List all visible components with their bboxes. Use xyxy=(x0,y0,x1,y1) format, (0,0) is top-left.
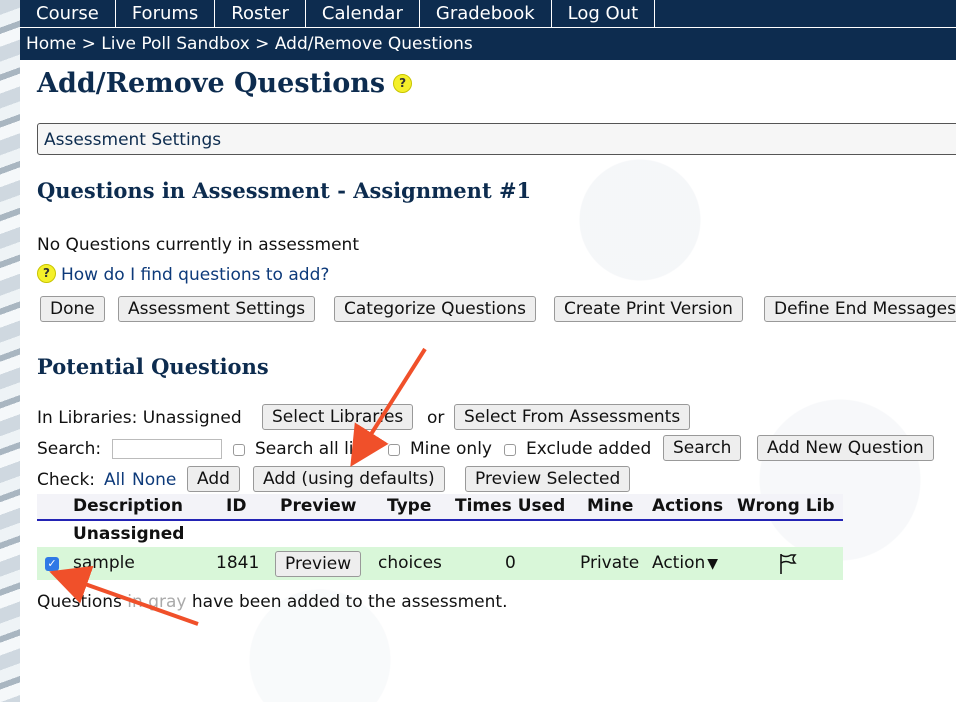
library-group-label: Unassigned xyxy=(73,524,185,544)
footer-note-end: have been added to the assessment. xyxy=(186,592,508,612)
row-type: choices xyxy=(378,553,442,573)
decorative-left-strip xyxy=(0,0,20,702)
exclude-added-label: Exclude added xyxy=(526,439,652,459)
potential-questions-heading: Potential Questions xyxy=(37,354,269,379)
mine-only-label: Mine only xyxy=(410,439,492,459)
nav-log-out[interactable]: Log Out xyxy=(552,0,656,27)
add-new-question-button[interactable]: Add New Question xyxy=(757,435,934,461)
row-times-used: 0 xyxy=(505,553,516,573)
exclude-added-checkbox[interactable] xyxy=(504,444,516,456)
chevron-down-icon: ▼ xyxy=(707,556,719,572)
column-header-preview: Preview xyxy=(280,496,357,516)
check-label: Check: xyxy=(37,470,96,490)
help-icon[interactable]: ? xyxy=(393,74,413,93)
questions-in-assessment-heading: Questions in Assessment - Assignment #1 xyxy=(37,178,532,203)
nav-roster[interactable]: Roster xyxy=(215,0,306,27)
column-header-description[interactable]: Description xyxy=(73,494,183,519)
breadcrumb[interactable]: Home > Live Poll Sandbox > Add/Remove Qu… xyxy=(20,28,956,60)
column-header-mine[interactable]: Mine xyxy=(587,494,633,519)
search-label: Search: xyxy=(37,439,102,459)
preview-selected-button[interactable]: Preview Selected xyxy=(465,466,631,492)
select-libraries-button[interactable]: Select Libraries xyxy=(262,404,414,430)
no-questions-message: No Questions currently in assessment xyxy=(37,235,359,255)
page-title-row: Add/Remove Questions ? xyxy=(37,68,413,99)
help-icon: ? xyxy=(37,264,56,283)
column-header-type[interactable]: Type xyxy=(387,494,431,519)
select-from-assessments-button[interactable]: Select From Assessments xyxy=(454,404,691,430)
check-none-link[interactable]: None xyxy=(132,470,176,490)
categorize-questions-button[interactable]: Categorize Questions xyxy=(334,296,536,322)
how-to-find-questions-link[interactable]: How do I find questions to add? xyxy=(61,265,329,285)
search-button[interactable]: Search xyxy=(663,435,742,461)
libraries-label: In Libraries: Unassigned xyxy=(37,408,242,428)
row-id: 1841 xyxy=(216,553,260,573)
column-header-wrong-lib: Wrong Lib xyxy=(737,496,835,516)
column-header-actions: Actions xyxy=(652,496,724,516)
top-nav: Course Forums Roster Calendar Gradebook … xyxy=(20,0,956,27)
create-print-version-button[interactable]: Create Print Version xyxy=(554,296,743,322)
page-title: Add/Remove Questions xyxy=(37,68,386,99)
table-row: ✓ sample 1841 Preview choices 0 Private … xyxy=(37,547,843,580)
search-input[interactable] xyxy=(112,439,222,459)
action-label: Action xyxy=(652,553,706,573)
nav-calendar[interactable]: Calendar xyxy=(306,0,420,27)
nav-course[interactable]: Course xyxy=(20,0,116,27)
table-header: Description ID Preview Type Times Used M… xyxy=(37,494,843,521)
nav-gradebook[interactable]: Gradebook xyxy=(420,0,552,27)
add-using-defaults-button[interactable]: Add (using defaults) xyxy=(253,466,445,492)
nav-forums[interactable]: Forums xyxy=(116,0,216,27)
search-all-libs-label: Search all libs xyxy=(255,439,374,459)
column-header-times-used[interactable]: Times Used xyxy=(455,494,565,519)
assessment-settings-button[interactable]: Assessment Settings xyxy=(118,296,316,322)
row-mine: Private xyxy=(580,553,640,573)
row-action-menu[interactable]: Action ▼ xyxy=(652,547,718,581)
row-select-checkbox[interactable]: ✓ xyxy=(45,557,59,571)
done-button[interactable]: Done xyxy=(40,296,105,322)
define-end-messages-button[interactable]: Define End Messages xyxy=(764,296,956,322)
row-preview-button[interactable]: Preview xyxy=(275,551,362,577)
footer-note-gray: in gray xyxy=(127,592,187,612)
add-button[interactable]: Add xyxy=(187,466,240,492)
check-all-link[interactable]: All xyxy=(104,470,125,490)
row-description: sample xyxy=(73,553,135,573)
footer-note: Questions in gray have been added to the… xyxy=(37,592,507,612)
flag-icon[interactable] xyxy=(777,552,799,580)
footer-note-start: Questions xyxy=(37,592,128,612)
column-header-id[interactable]: ID xyxy=(226,494,246,519)
search-all-libs-checkbox[interactable] xyxy=(233,444,245,456)
or-text: or xyxy=(427,408,445,428)
mine-only-checkbox[interactable] xyxy=(388,444,400,456)
assessment-settings-toggle[interactable]: Assessment Settings xyxy=(37,123,956,155)
